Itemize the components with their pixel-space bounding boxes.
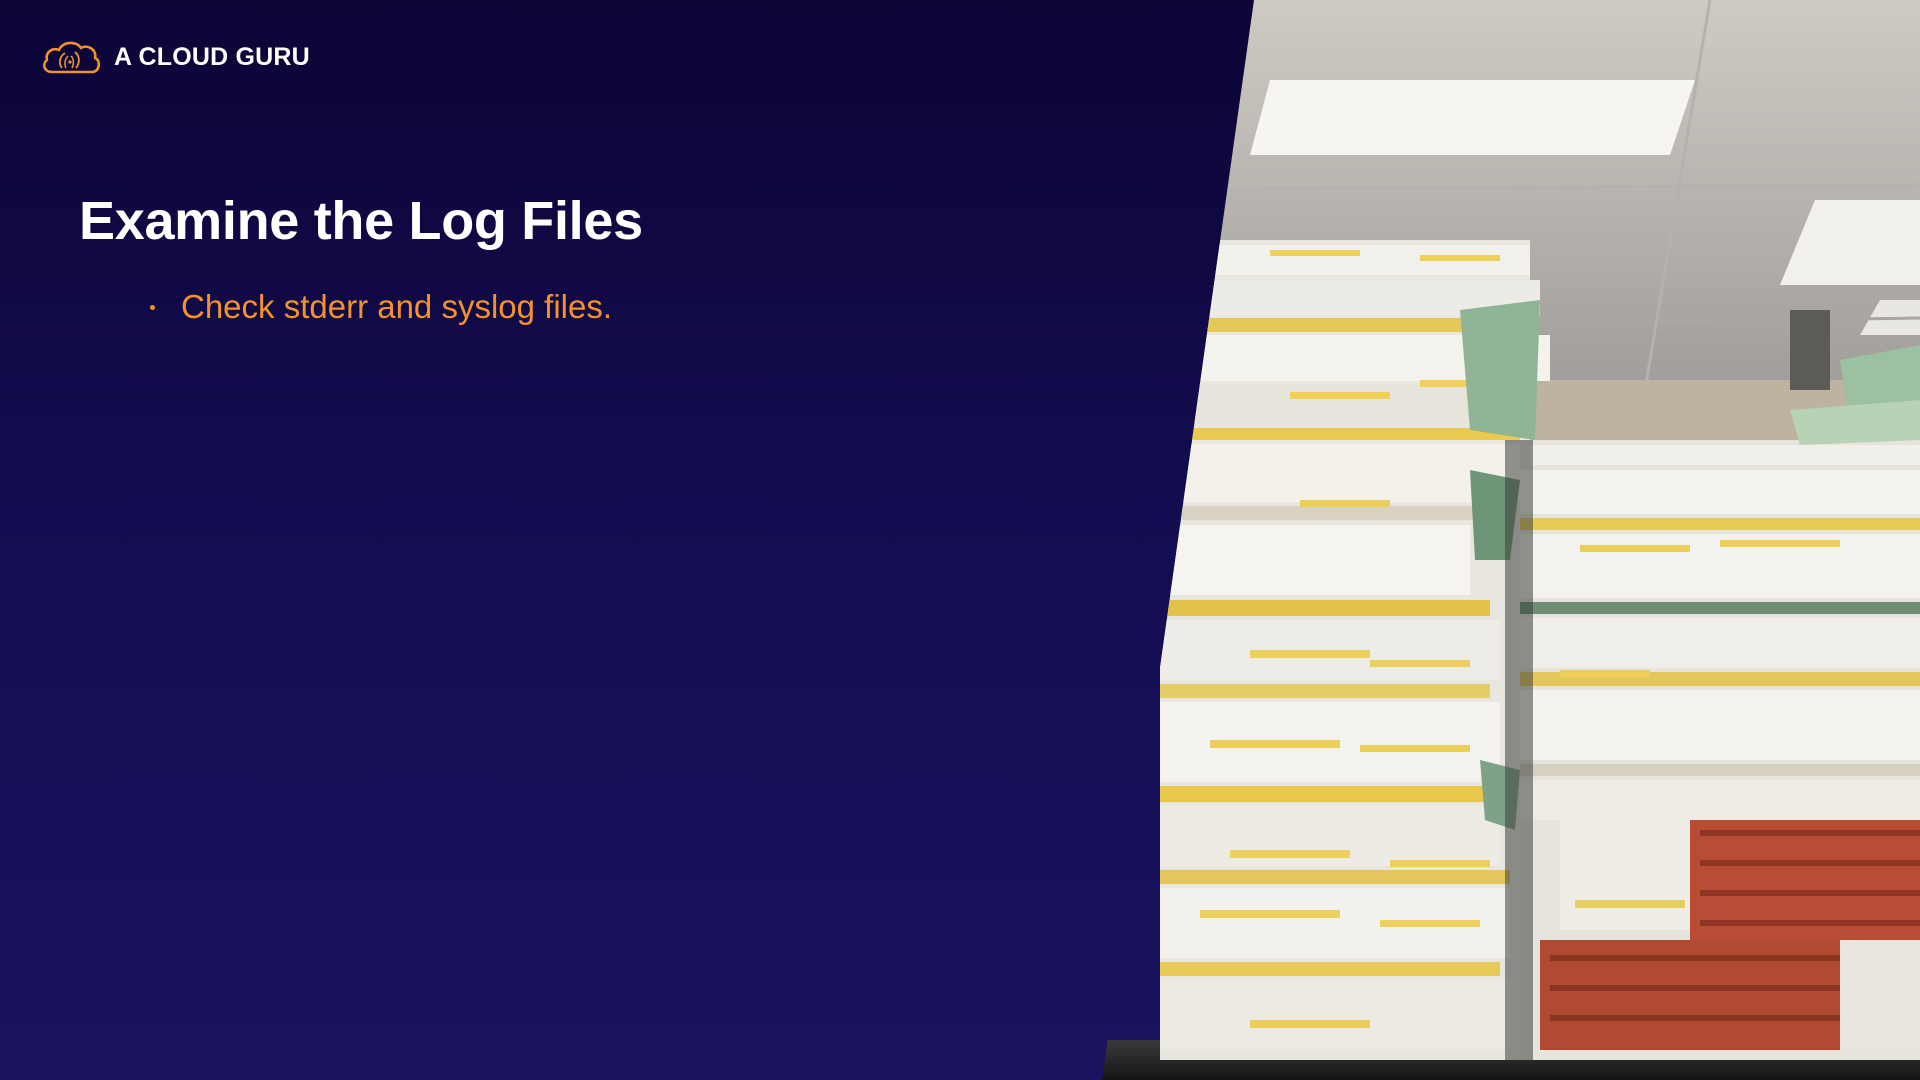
paper-stacks-photo bbox=[1102, 0, 1920, 1080]
